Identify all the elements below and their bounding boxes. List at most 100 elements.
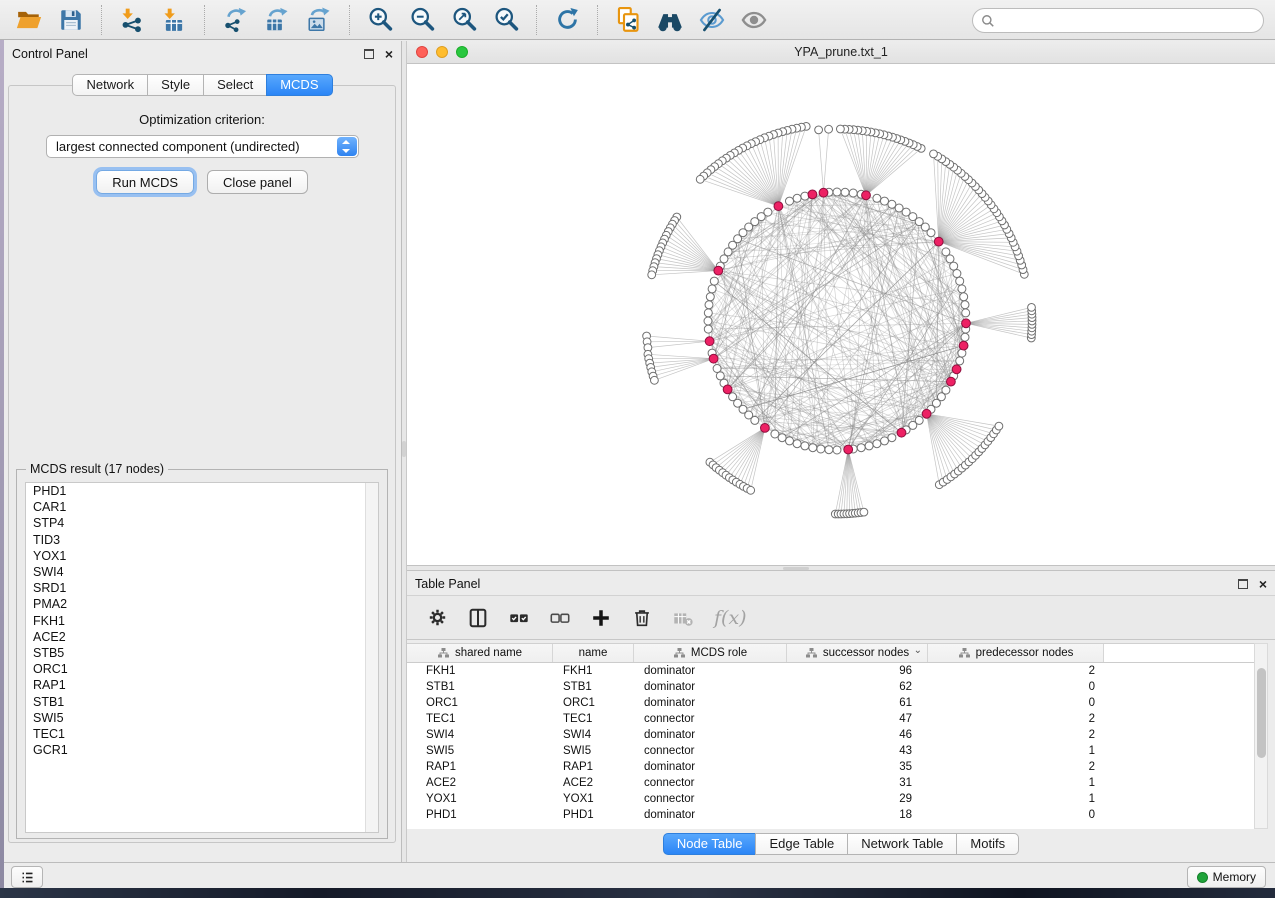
add-column-icon[interactable] [589,606,613,630]
table-row[interactable]: FKH1FKH1dominator962 [407,663,1254,679]
splitter-handle[interactable] [402,441,406,457]
column-header-predecessor-nodes[interactable]: predecessor nodes [928,644,1104,662]
mcds-result-item[interactable]: YOX1 [26,548,378,564]
table-cell[interactable]: 0 [928,697,1104,709]
table-cell[interactable]: RAP1 [407,761,553,773]
tab-network-table[interactable]: Network Table [847,833,957,855]
mcds-result-item[interactable]: PHD1 [26,483,378,499]
table-cell[interactable]: 2 [928,761,1104,773]
table-cell[interactable]: 0 [928,681,1104,693]
mcds-result-item[interactable]: STB5 [26,645,378,661]
table-cell[interactable]: dominator [634,809,787,821]
find-binoculars-icon[interactable] [653,4,687,36]
deselect-all-icon[interactable] [548,606,572,630]
mcds-result-item[interactable]: ACE2 [26,629,378,645]
table-cell[interactable]: ORC1 [553,697,634,709]
table-cell[interactable]: FKH1 [407,665,553,677]
tab-network[interactable]: Network [72,74,148,96]
close-panel-icon[interactable]: × [385,47,393,61]
column-header-name[interactable]: name [553,644,634,662]
table-cell[interactable]: 43 [787,745,928,757]
table-cell[interactable]: 31 [787,777,928,789]
table-cell[interactable]: 2 [928,729,1104,741]
maximize-window-icon[interactable] [456,46,468,58]
table-cell[interactable]: FKH1 [553,665,634,677]
table-cell[interactable]: 2 [928,665,1104,677]
table-row[interactable]: ACE2ACE2connector311 [407,775,1254,791]
zoom-in-icon[interactable] [363,4,397,36]
tab-edge-table[interactable]: Edge Table [755,833,848,855]
select-all-icon[interactable] [507,606,531,630]
apply-layout-icon[interactable] [550,4,584,36]
mcds-result-item[interactable]: SWI5 [26,710,378,726]
table-cell[interactable]: SWI5 [407,745,553,757]
float-panel-icon[interactable] [1238,579,1248,589]
save-session-icon[interactable] [54,4,88,36]
show-all-eye-icon[interactable] [737,4,771,36]
zoom-out-icon[interactable] [405,4,439,36]
table-row[interactable]: ORC1ORC1dominator610 [407,695,1254,711]
task-history-button[interactable] [11,866,43,888]
hide-selected-eye-slash-icon[interactable] [695,4,729,36]
table-cell[interactable]: 18 [787,809,928,821]
table-cell[interactable]: ORC1 [407,697,553,709]
import-network-icon[interactable] [115,4,149,36]
table-cell[interactable]: 1 [928,793,1104,805]
mcds-result-item[interactable]: RAP1 [26,677,378,693]
tab-style[interactable]: Style [147,74,204,96]
table-cell[interactable]: STB1 [407,681,553,693]
table-cell[interactable]: PHD1 [553,809,634,821]
export-network-icon[interactable] [218,4,252,36]
mcds-result-item[interactable]: STP4 [26,515,378,531]
network-graph[interactable] [407,64,1275,566]
column-header-mcds-role[interactable]: MCDS role [634,644,787,662]
table-cell[interactable]: 2 [928,713,1104,725]
table-cell[interactable]: TEC1 [407,713,553,725]
run-mcds-button[interactable]: Run MCDS [96,170,194,194]
table-cell[interactable]: 61 [787,697,928,709]
mcds-list-scrollbar[interactable] [365,483,378,832]
table-cell[interactable]: 0 [928,809,1104,821]
export-image-icon[interactable] [302,4,336,36]
table-row[interactable]: PHD1PHD1dominator180 [407,807,1254,823]
table-row[interactable]: STB1STB1dominator620 [407,679,1254,695]
table-cell[interactable]: dominator [634,665,787,677]
mcds-result-item[interactable]: PMA2 [26,596,378,612]
table-cell[interactable]: dominator [634,761,787,773]
table-cell[interactable]: RAP1 [553,761,634,773]
table-cell[interactable]: connector [634,793,787,805]
tab-node-table[interactable]: Node Table [663,833,757,855]
tab-select[interactable]: Select [203,74,267,96]
table-cell[interactable]: dominator [634,681,787,693]
table-row[interactable]: SWI5SWI5connector431 [407,743,1254,759]
import-table-icon[interactable] [157,4,191,36]
mcds-result-item[interactable]: GCR1 [26,742,378,758]
mcds-result-item[interactable]: FKH1 [26,613,378,629]
optimization-criterion-dropdown[interactable]: largest connected component (undirected) [46,135,359,158]
float-panel-icon[interactable] [364,49,374,59]
search-input[interactable] [1000,13,1255,29]
table-cell[interactable]: connector [634,777,787,789]
table-cell[interactable]: TEC1 [553,713,634,725]
table-cell[interactable]: 29 [787,793,928,805]
column-header-successor-nodes[interactable]: successor nodes⌄ [787,644,928,662]
table-row[interactable]: RAP1RAP1dominator352 [407,759,1254,775]
table-cell[interactable]: 1 [928,777,1104,789]
minimize-window-icon[interactable] [436,46,448,58]
table-cell[interactable]: connector [634,745,787,757]
mcds-result-item[interactable]: CAR1 [26,499,378,515]
table-cell[interactable]: 62 [787,681,928,693]
mcds-result-item[interactable]: TID3 [26,532,378,548]
tab-mcds[interactable]: MCDS [266,74,332,96]
scrollbar-thumb[interactable] [1257,668,1266,758]
table-cell[interactable]: SWI4 [553,729,634,741]
table-row[interactable]: TEC1TEC1connector472 [407,711,1254,727]
table-cell[interactable]: PHD1 [407,809,553,821]
table-cell[interactable]: ACE2 [553,777,634,789]
open-file-icon[interactable] [12,4,46,36]
table-row[interactable]: YOX1YOX1connector291 [407,791,1254,807]
tab-motifs[interactable]: Motifs [956,833,1019,855]
mcds-result-item[interactable]: ORC1 [26,661,378,677]
table-cell[interactable]: 46 [787,729,928,741]
table-cell[interactable]: YOX1 [553,793,634,805]
